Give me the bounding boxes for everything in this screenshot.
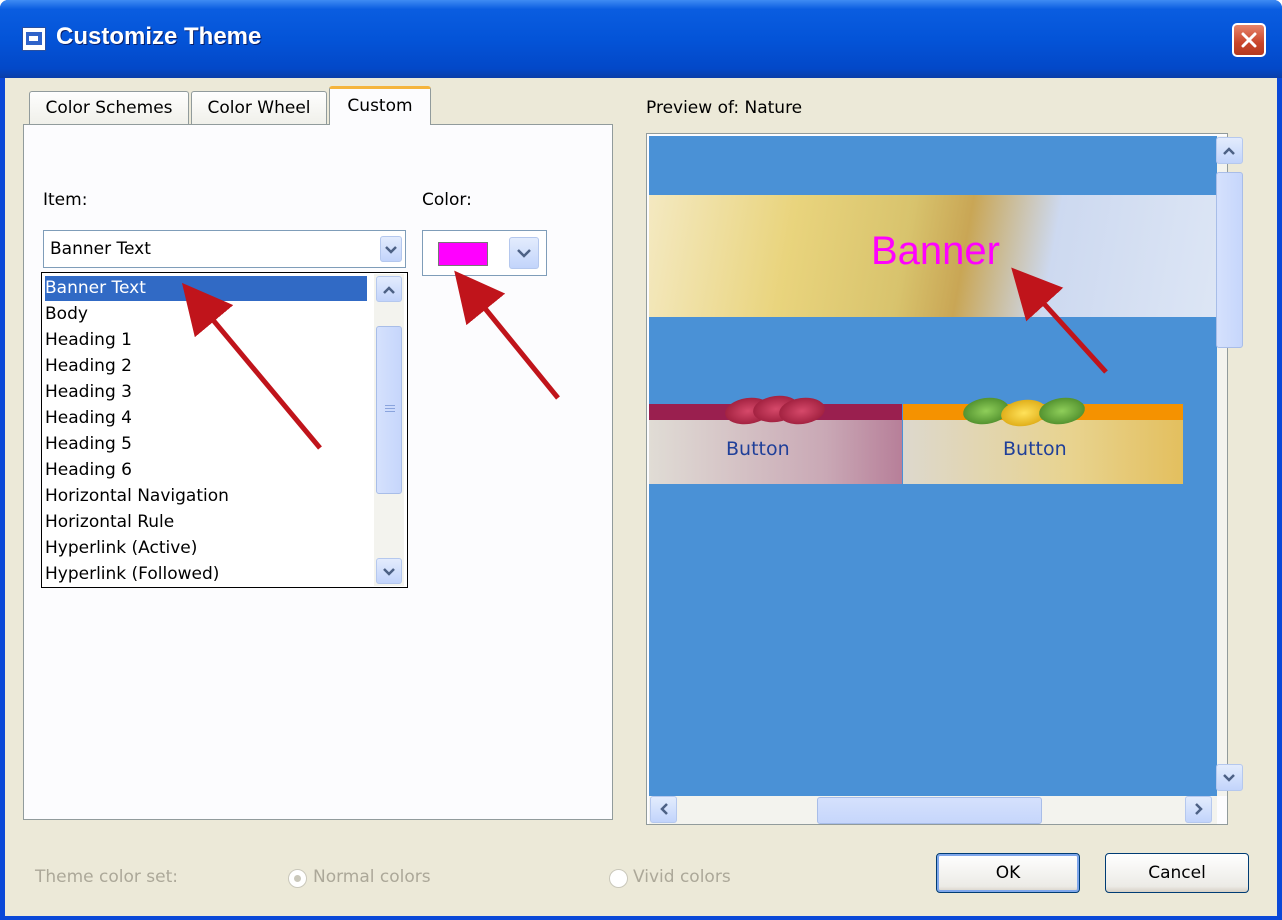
- preview-scroll-right-button[interactable]: [1185, 796, 1212, 823]
- tab-color-wheel[interactable]: Color Wheel: [191, 91, 327, 124]
- item-label: Item:: [43, 190, 88, 210]
- chevron-left-icon: [660, 803, 668, 815]
- normal-colors-label: Normal colors: [313, 867, 431, 887]
- chevron-down-icon: [383, 568, 395, 576]
- color-swatch: [438, 242, 488, 266]
- window-title: Customize Theme: [56, 23, 262, 50]
- list-item[interactable]: Heading 6: [45, 458, 132, 483]
- scroll-thumb[interactable]: [376, 326, 402, 494]
- chevron-down-icon: [1223, 774, 1235, 782]
- list-item[interactable]: Banner Text: [45, 276, 367, 301]
- title-bar[interactable]: Customize Theme: [0, 0, 1282, 78]
- list-item[interactable]: Heading 3: [45, 380, 132, 405]
- preview-pane: Banner Button Button: [646, 133, 1243, 825]
- listbox-scrollbar[interactable]: [374, 274, 404, 586]
- color-dropdown-button[interactable]: [509, 237, 539, 269]
- dialog-body: Color Schemes Color Wheel Custom Item: C…: [5, 78, 1277, 916]
- chevron-right-icon: [1195, 803, 1203, 815]
- preview-nav-button-2: Button: [903, 394, 1183, 484]
- preview-scroll-up-button[interactable]: [1216, 137, 1243, 164]
- list-item[interactable]: Hyperlink (Followed): [45, 562, 219, 587]
- tab-color-schemes[interactable]: Color Schemes: [29, 91, 189, 124]
- chevron-down-icon: [517, 249, 531, 258]
- preview-label: Preview of: Nature: [646, 98, 803, 118]
- item-listbox[interactable]: Banner Text Body Heading 1 Heading 2 Hea…: [41, 272, 408, 588]
- color-label: Color:: [422, 190, 472, 210]
- preview-scroll-down-button[interactable]: [1216, 764, 1243, 791]
- theme-color-set-label: Theme color set:: [35, 867, 179, 887]
- leaf-icon: [1037, 394, 1087, 428]
- chevron-up-icon: [383, 286, 395, 294]
- list-item[interactable]: Heading 2: [45, 354, 132, 379]
- list-item[interactable]: Horizontal Rule: [45, 510, 174, 535]
- list-item[interactable]: Heading 5: [45, 432, 132, 457]
- item-dropdown-value: Banner Text: [50, 239, 151, 259]
- list-item[interactable]: Horizontal Navigation: [45, 484, 229, 509]
- chevron-up-icon: [1223, 147, 1235, 155]
- list-item[interactable]: Body: [45, 302, 88, 327]
- list-item[interactable]: Heading 1: [45, 328, 132, 353]
- vivid-colors-radio[interactable]: [609, 869, 628, 888]
- list-item[interactable]: Hyperlink (Active): [45, 536, 197, 561]
- scroll-up-button[interactable]: [376, 276, 402, 302]
- scroll-down-button[interactable]: [376, 558, 402, 584]
- item-dropdown[interactable]: Banner Text: [43, 230, 406, 268]
- preview-button-label: Button: [1003, 438, 1067, 460]
- preview-nav-button-1: Button: [649, 392, 902, 484]
- customize-theme-dialog: Customize Theme Color Schemes Color Whee…: [0, 0, 1282, 920]
- close-button[interactable]: [1232, 23, 1266, 57]
- preview-button-label: Button: [726, 438, 790, 460]
- app-icon: [22, 27, 46, 51]
- list-item[interactable]: Heading 4: [45, 406, 132, 431]
- vivid-colors-label: Vivid colors: [633, 867, 731, 887]
- chevron-down-icon: [385, 246, 397, 254]
- preview-canvas: Banner Button Button: [649, 136, 1217, 796]
- preview-vertical-thumb[interactable]: [1216, 172, 1243, 348]
- color-picker[interactable]: [422, 230, 547, 276]
- normal-colors-radio[interactable]: [288, 869, 307, 888]
- preview-horizontal-thumb[interactable]: [817, 797, 1042, 824]
- item-dropdown-button[interactable]: [380, 236, 402, 262]
- banner-text: Banner: [871, 229, 1000, 273]
- cancel-button[interactable]: Cancel: [1105, 853, 1249, 893]
- preview-scroll-left-button[interactable]: [650, 796, 677, 823]
- close-icon: [1241, 32, 1257, 48]
- tab-custom[interactable]: Custom: [329, 86, 431, 125]
- ok-button[interactable]: OK: [936, 853, 1080, 893]
